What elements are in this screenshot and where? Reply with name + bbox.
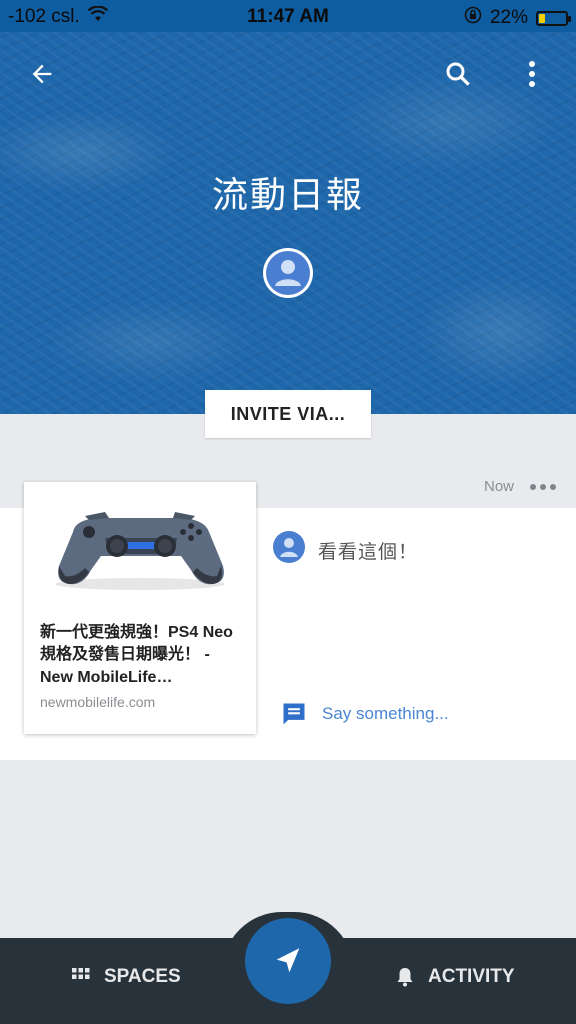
more-vert-icon [529, 61, 535, 87]
post-more-icon[interactable] [530, 483, 556, 490]
bell-icon [397, 968, 413, 987]
space-header: 流動日報 [0, 32, 576, 414]
status-right: 22% [464, 6, 571, 30]
nav-activity[interactable]: ACTIVITY [396, 966, 515, 988]
search-icon [446, 62, 470, 86]
back-button[interactable] [18, 50, 66, 98]
share-fab[interactable] [245, 918, 331, 1004]
comment-icon[interactable] [280, 700, 308, 733]
link-title: 新一代更強規強！PS4 Neo 規格及發售日期曝光！ - New MobileL… [40, 624, 233, 686]
space-title: 流動日報 [211, 174, 364, 215]
battery-icon [536, 10, 571, 26]
battery-percent: 22% [489, 7, 528, 28]
status-bar: -102 csl. 11:47 AM 22% [0, 0, 576, 32]
grid-icon [72, 968, 90, 979]
more-options-button[interactable] [508, 50, 556, 98]
nav-spaces[interactable]: SPACES [72, 966, 181, 988]
game-controller-image [55, 512, 225, 590]
link-domain: newmobilelife.com [40, 694, 156, 710]
link-preview-card[interactable]: 新一代更強規強！PS4 Neo 規格及發售日期曝光！ - New MobileL… [24, 482, 256, 734]
send-icon [276, 948, 300, 973]
nav-spaces-label: SPACES [104, 966, 181, 987]
say-something-input[interactable]: Say something... [322, 704, 449, 724]
search-button[interactable] [434, 50, 482, 98]
post-time: Now [483, 478, 514, 495]
back-arrow-icon [32, 64, 52, 84]
invite-via-button[interactable]: INVITE VIA... [205, 390, 371, 438]
member-avatar[interactable] [263, 248, 313, 298]
commenter-avatar[interactable] [273, 531, 305, 563]
person-icon [266, 251, 310, 295]
person-icon [273, 531, 305, 563]
nav-activity-label: ACTIVITY [428, 966, 515, 987]
rotation-lock-icon [464, 6, 482, 30]
link-thumbnail [24, 482, 256, 610]
post-meta: Now [484, 478, 556, 495]
comment-text: 看看這個！ [318, 542, 419, 563]
battery-fill [539, 13, 546, 23]
